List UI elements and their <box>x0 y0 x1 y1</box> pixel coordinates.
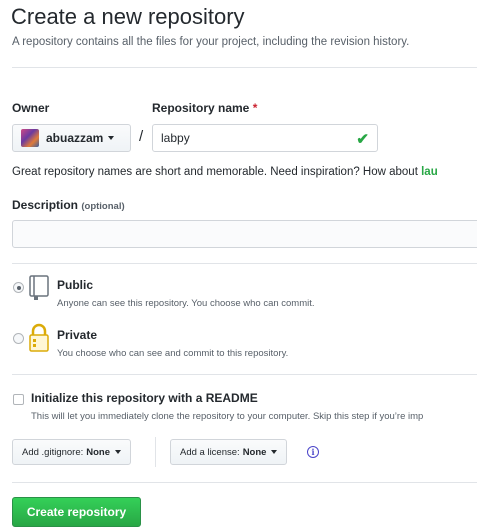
gitignore-select[interactable]: Add .gitignore: None <box>12 439 132 465</box>
repo-name-label: Repository name * <box>152 101 257 115</box>
divider <box>12 482 477 483</box>
divider <box>12 374 477 375</box>
name-hint-text: Great repository names are short and mem… <box>12 166 422 178</box>
repo-name-label-text: Repository name <box>152 101 250 115</box>
divider <box>12 263 477 264</box>
caret-down-icon <box>271 450 278 454</box>
owner-name: abuazzam <box>46 131 104 145</box>
info-icon[interactable]: i <box>307 446 319 458</box>
repo-book-icon <box>29 275 49 300</box>
path-separator: / <box>139 128 144 145</box>
page-title: Create a new repository <box>11 4 245 29</box>
page-subtitle: A repository contains all the files for … <box>12 36 410 48</box>
description-input[interactable] <box>12 220 477 248</box>
divider <box>12 67 477 68</box>
create-repository-button[interactable]: Create repository <box>12 497 141 527</box>
owner-label: Owner <box>12 101 50 115</box>
name-hint: Great repository names are short and mem… <box>12 166 438 178</box>
readme-note: This will let you immediately clone the … <box>31 411 424 422</box>
private-title: Private <box>57 328 98 342</box>
repository-name-value: labpy <box>161 131 190 145</box>
check-icon: ✔ <box>356 131 369 148</box>
gitignore-value: None <box>86 446 111 458</box>
lock-icon <box>29 323 49 352</box>
private-note: You choose who can see and commit to thi… <box>57 348 289 359</box>
public-note: Anyone can see this repository. You choo… <box>57 298 315 309</box>
private-radio[interactable] <box>13 333 24 344</box>
description-label-text: Description <box>12 198 79 212</box>
caret-down-icon <box>108 136 115 140</box>
avatar <box>21 129 39 147</box>
readme-title: Initialize this repository with a README <box>31 391 258 405</box>
repository-name-input[interactable]: labpy ✔ <box>152 124 378 152</box>
required-marker: * <box>252 101 258 115</box>
owner-dropdown[interactable]: abuazzam <box>12 124 131 152</box>
gitignore-prefix: Add .gitignore: <box>22 446 84 458</box>
public-radio[interactable] <box>13 282 24 293</box>
license-value: None <box>242 446 267 458</box>
license-select[interactable]: Add a license: None <box>170 439 288 465</box>
optional-tag: (optional) <box>81 201 125 212</box>
description-label: Description (optional) <box>12 198 125 212</box>
caret-down-icon <box>115 450 122 454</box>
name-suggestion-link[interactable]: lau <box>421 166 438 178</box>
public-title: Public <box>57 278 94 292</box>
license-prefix: Add a license: <box>180 446 240 458</box>
readme-checkbox[interactable] <box>13 394 24 405</box>
vertical-divider <box>155 437 156 467</box>
